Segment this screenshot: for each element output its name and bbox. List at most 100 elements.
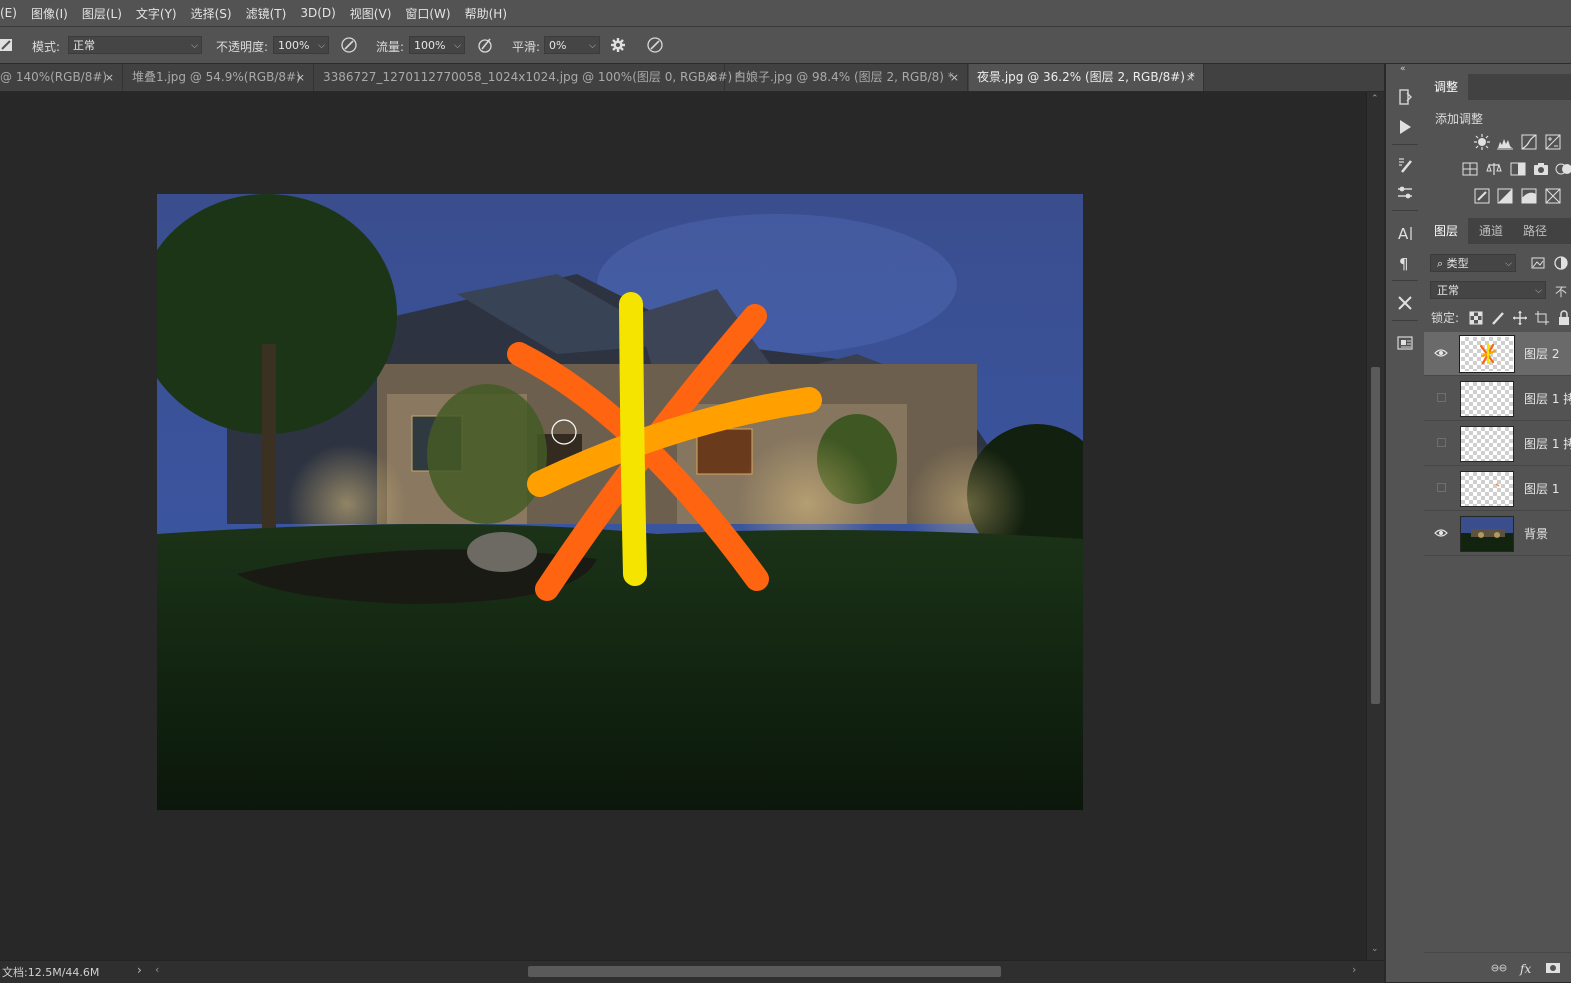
layer-row[interactable]: 图层 1 [1424,467,1571,511]
layer-row[interactable]: 图层 1 拷 [1424,377,1571,421]
horizontal-scroll-thumb[interactable] [528,966,1001,977]
visibility-toggle[interactable] [1437,393,1446,402]
layer-row[interactable]: 背景 [1424,512,1571,556]
levels-icon[interactable] [1497,134,1513,150]
layer-name[interactable]: 图层 1 [1524,467,1559,511]
layer-filter-select[interactable]: ⌕ 类型 ⌵ [1430,254,1516,272]
vertical-scrollbar[interactable]: ⌃ ⌄ [1366,92,1384,960]
close-icon[interactable]: × [1186,64,1195,91]
close-icon[interactable]: × [296,64,305,91]
gear-icon[interactable] [609,36,627,54]
lock-pixels-icon[interactable] [1490,310,1506,326]
tool-presets-icon[interactable] [1396,184,1414,202]
tab-document-1[interactable]: @ 140%(RGB/8#) × [0,64,123,91]
menu-type[interactable]: 文字(Y) [129,5,184,22]
gradient-map-icon[interactable] [1545,188,1561,204]
brush-settings-icon[interactable] [1396,156,1414,174]
opacity-input[interactable]: 100% ⌵ [273,36,329,54]
channel-mixer-icon[interactable] [1555,161,1571,177]
mode-select[interactable]: 正常 ⌵ [68,36,202,54]
posterize-icon[interactable] [1497,188,1513,204]
layer-name[interactable]: 图层 2 [1524,332,1559,376]
tab-channels[interactable]: 通道 [1469,218,1513,244]
scroll-down-icon[interactable]: ⌄ [1371,944,1379,954]
chevron-down-icon: ⌵ [454,41,461,51]
close-icon[interactable]: × [105,64,114,91]
status-menu-arrow[interactable]: › [137,963,142,977]
svg-text:A: A [1398,225,1409,242]
tab-paths[interactable]: 路径 [1513,218,1557,244]
photo-filter-icon[interactable] [1533,161,1549,177]
history-icon[interactable] [1396,88,1414,106]
collapse-icon[interactable]: « [1400,64,1406,74]
scroll-right-icon[interactable]: › [1352,963,1356,976]
pressure-size-icon[interactable] [646,36,664,54]
paragraph-icon[interactable]: ¶ [1396,254,1414,272]
scroll-left-icon[interactable]: ‹ [155,963,159,976]
menu-edit[interactable]: (E) [0,6,24,20]
tools-icon[interactable] [1396,294,1414,312]
layer-name[interactable]: 图层 1 拷 [1524,377,1571,421]
eye-icon[interactable] [1434,526,1448,540]
add-mask-icon[interactable] [1545,960,1561,976]
tab-document-active[interactable]: 夜景.jpg @ 36.2% (图层 2, RGB/8#) * × [969,64,1204,91]
scroll-up-icon[interactable]: ⌃ [1371,94,1379,104]
brightness-contrast-icon[interactable] [1474,134,1490,150]
lock-transparency-icon[interactable] [1468,310,1484,326]
divider [1392,210,1418,211]
layer-row[interactable]: 图层 1 拷 [1424,422,1571,466]
invert-icon[interactable] [1474,188,1490,204]
layer-name[interactable]: 背景 [1524,512,1548,556]
character-icon[interactable]: A [1396,224,1414,242]
play-icon[interactable] [1396,118,1414,136]
tab-document-2[interactable]: 堆叠1.jpg @ 54.9%(RGB/8#) × [124,64,314,91]
blend-mode-select[interactable]: 正常 ⌵ [1430,281,1546,299]
lock-artboard-icon[interactable] [1534,310,1550,326]
layer-name[interactable]: 图层 1 拷 [1524,422,1571,466]
menu-image[interactable]: 图像(I) [24,5,75,22]
3d-panel-icon[interactable] [1396,334,1414,352]
lock-label: 锁定: [1431,311,1460,325]
link-layers-icon[interactable] [1491,960,1507,976]
vibrance-icon[interactable] [1462,161,1478,177]
threshold-icon[interactable] [1521,188,1537,204]
black-white-icon[interactable] [1510,161,1526,177]
layer-thumbnail [1460,426,1514,462]
color-balance-icon[interactable] [1486,161,1502,177]
vertical-scroll-thumb[interactable] [1371,367,1380,704]
tab-layers[interactable]: 图层 [1424,218,1469,244]
visibility-toggle[interactable] [1437,438,1446,447]
close-icon[interactable]: × [950,64,959,91]
pressure-opacity-icon[interactable] [340,36,358,54]
eye-icon[interactable] [1434,346,1448,360]
tab-adjustments[interactable]: 调整 [1424,74,1469,100]
menu-select[interactable]: 选择(S) [184,5,239,22]
right-panel: 调整 添加调整 图层 通道 路径 ⌕ 类型 ⌵ 正常 ⌵ 不 锁定: 图层 2 … [1424,64,1571,982]
menu-help[interactable]: 帮助(H) [458,5,514,22]
divider [1392,320,1418,321]
curves-icon[interactable] [1521,134,1537,150]
airbrush-icon[interactable] [476,36,494,54]
smoothing-input[interactable]: 0% ⌵ [544,36,600,54]
lock-position-icon[interactable] [1512,310,1528,326]
rock [467,532,537,572]
menu-layer[interactable]: 图层(L) [75,5,129,22]
layer-row[interactable]: 图层 2 [1424,332,1571,376]
menu-3d[interactable]: 3D(D) [293,6,342,20]
filter-image-icon[interactable] [1530,255,1546,271]
lock-all-icon[interactable] [1556,310,1571,326]
tab-document-3[interactable]: 3386727_1270112770058_1024x1024.jpg @ 10… [315,64,742,91]
tab-document-4[interactable]: 白娘子.jpg @ 98.4% (图层 2, RGB/8) * × [726,64,968,91]
fx-icon[interactable]: fx [1519,960,1535,976]
visibility-toggle[interactable] [1437,483,1446,492]
brush-preset-icon[interactable] [0,36,18,54]
menu-view[interactable]: 视图(V) [343,5,399,22]
menu-window[interactable]: 窗口(W) [398,5,457,22]
filter-adjustment-icon[interactable] [1553,255,1569,271]
close-icon[interactable]: × [707,64,716,91]
flow-input[interactable]: 100% ⌵ [409,36,465,54]
layer-thumbnail [1460,516,1514,552]
exposure-icon[interactable] [1545,134,1561,150]
menu-filter[interactable]: 滤镜(T) [239,5,294,22]
document-canvas[interactable] [157,194,1083,810]
